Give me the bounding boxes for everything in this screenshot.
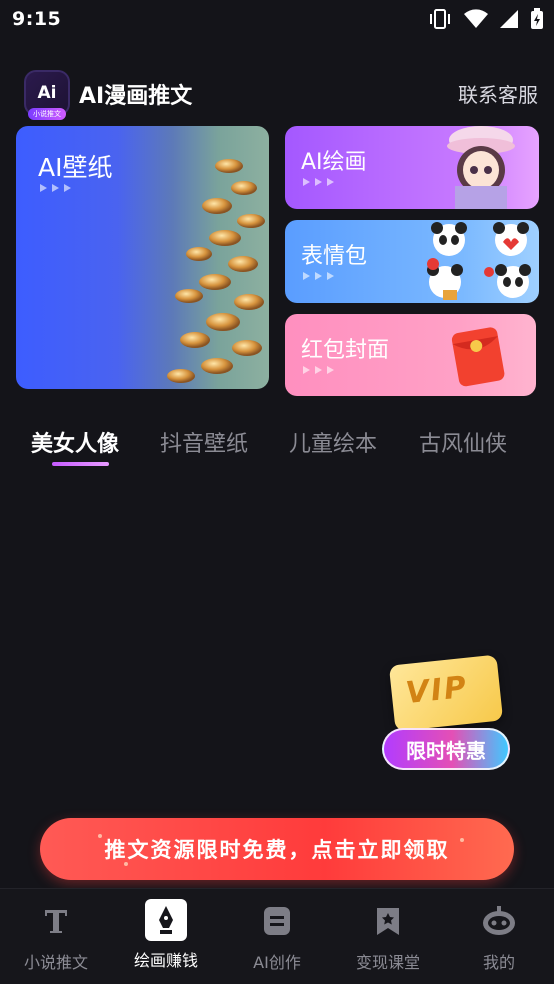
app-header: Ai 小说推文 AI漫画推文 联系客服 (0, 66, 554, 120)
red-packet-card[interactable]: 红包封面 (285, 314, 536, 396)
app-title: AI漫画推文 (79, 84, 193, 109)
doll-girl-image (447, 126, 515, 209)
ai-draw-label: AI绘画 (301, 150, 367, 175)
red-packet-label: 红包封面 (301, 338, 390, 363)
nav-label: 小说推文 (23, 953, 88, 972)
logo-mark: Ai (37, 83, 57, 103)
logo-subtitle: 小说推文 (28, 108, 66, 120)
tab-children-picture-book[interactable]: 儿童绘本 (289, 426, 377, 458)
tab-douyin-wallpaper[interactable]: 抖音壁纸 (160, 426, 248, 458)
nav-label: 我的 (482, 953, 515, 972)
robot-icon (477, 899, 521, 943)
arrows-icon (303, 272, 334, 280)
status-time: 9:15 (12, 8, 62, 30)
tab-ancient-xianxia[interactable]: 古风仙侠 (419, 426, 507, 458)
arrows-icon (40, 184, 71, 192)
nav-ai-create[interactable]: AI创作 (222, 899, 332, 979)
promo-banner[interactable]: 推文资源限时免费，点击立即领取 (40, 818, 514, 880)
vibrate-icon (430, 9, 450, 29)
nav-draw-earn[interactable]: 绘画赚钱 (111, 899, 221, 979)
text-t-icon (34, 899, 78, 943)
nav-label: 变现课堂 (355, 953, 420, 972)
app-logo: Ai 小说推文 (24, 70, 70, 120)
battery-charging-icon (531, 8, 543, 29)
ai-draw-card[interactable]: AI绘画 (285, 126, 539, 209)
wifi-icon (464, 9, 488, 28)
arrows-icon (303, 178, 334, 186)
red-envelope-image (451, 327, 505, 387)
vip-text: VIP (404, 669, 470, 712)
arrows-icon (303, 366, 334, 374)
category-tabs: 美女人像 抖音壁纸 儿童绘本 古风仙侠 (0, 420, 554, 470)
contact-service-link[interactable]: 联系客服 (458, 79, 538, 108)
nav-mine[interactable]: 我的 (444, 899, 554, 979)
nav-monetize-class[interactable]: 变现课堂 (333, 899, 443, 979)
vip-limited-offer-pill: 限时特惠 (382, 728, 510, 770)
ai-wallpaper-label: AI壁纸 (38, 153, 113, 182)
promo-text: 推文资源限时免费，点击立即领取 (104, 838, 450, 862)
nav-novel-promo[interactable]: 小说推文 (1, 899, 111, 979)
signal-icon (500, 10, 518, 28)
coins-image (167, 159, 265, 383)
ai-wallpaper-card[interactable]: AI壁纸 (16, 126, 269, 389)
bottom-nav: 小说推文 绘画赚钱 AI创作 变现课堂 我的 (0, 888, 554, 984)
emoji-label: 表情包 (301, 244, 368, 269)
pen-nib-icon (145, 899, 187, 941)
panda-stickers-image (427, 222, 531, 300)
nav-label: AI创作 (253, 953, 301, 972)
active-tab-indicator (52, 462, 109, 466)
document-icon (255, 899, 299, 943)
vip-card: VIP (388, 654, 504, 732)
emoji-card[interactable]: 表情包 (285, 220, 539, 303)
nav-label: 绘画赚钱 (133, 951, 198, 970)
status-icons (428, 8, 544, 30)
status-bar: 9:15 (0, 0, 554, 38)
vip-offer-badge[interactable]: VIP 限时特惠 (382, 654, 512, 772)
tab-beauty-portrait[interactable]: 美女人像 (31, 426, 119, 458)
bookmark-star-icon (366, 899, 410, 943)
